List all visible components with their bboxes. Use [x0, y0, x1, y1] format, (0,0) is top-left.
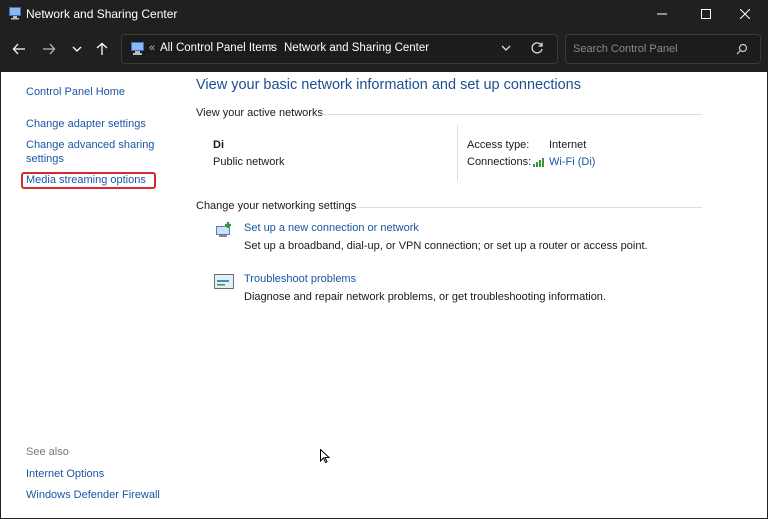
mouse-cursor-icon [320, 449, 330, 464]
control-panel-home-link[interactable]: Control Panel Home [26, 85, 125, 99]
refresh-icon [531, 42, 543, 54]
search-input[interactable]: Search Control Panel [573, 43, 678, 55]
close-icon [740, 9, 750, 19]
address-bar[interactable]: « All Control Panel Items › Network and … [121, 34, 558, 64]
vertical-divider [457, 125, 458, 181]
wifi-signal-icon [533, 158, 544, 167]
section-divider [320, 114, 702, 115]
wifi-connection-link[interactable]: Wi-Fi (Di) [549, 156, 595, 168]
network-name: Di [213, 139, 224, 151]
close-button[interactable] [722, 0, 768, 28]
new-connection-icon [216, 222, 231, 237]
setup-connection-link[interactable]: Set up a new connection or network [244, 222, 419, 234]
forward-button[interactable] [38, 38, 60, 60]
up-button[interactable] [91, 38, 113, 60]
setup-connection-description: Set up a broadband, dial-up, or VPN conn… [244, 240, 648, 252]
search-box[interactable]: Search Control Panel [565, 34, 761, 64]
see-also-label: See also [26, 446, 69, 458]
window-title: Network and Sharing Center [26, 7, 178, 21]
access-type-value: Internet [549, 139, 587, 151]
troubleshoot-icon [214, 274, 234, 289]
control-panel-icon [131, 42, 144, 55]
chevron-down-icon [501, 45, 511, 51]
access-type-label: Access type: [467, 139, 530, 151]
minimize-icon [657, 13, 667, 15]
refresh-button[interactable] [530, 41, 544, 58]
breadcrumb-network-and-sharing-center[interactable]: Network and Sharing Center [284, 42, 429, 54]
section-divider [356, 207, 702, 208]
page-title: View your basic network information and … [196, 77, 582, 93]
back-button[interactable] [8, 38, 30, 60]
recent-locations-button[interactable] [66, 38, 88, 60]
breadcrumb-overflow[interactable]: « [149, 42, 155, 54]
maximize-icon [701, 9, 711, 19]
change-advanced-sharing-settings-link[interactable]: Change advanced sharing settings [26, 138, 156, 166]
internet-options-link[interactable]: Internet Options [26, 467, 104, 481]
breadcrumb-separator[interactable]: › [270, 41, 274, 53]
windows-defender-firewall-link[interactable]: Windows Defender Firewall [26, 488, 160, 502]
change-adapter-settings-link[interactable]: Change adapter settings [26, 117, 146, 131]
troubleshoot-problems-link[interactable]: Troubleshoot problems [244, 273, 356, 285]
network-center-icon [9, 7, 21, 20]
arrow-up-icon [96, 42, 108, 55]
connections-label: Connections: [467, 156, 532, 168]
media-streaming-options-link[interactable]: Media streaming options [26, 173, 146, 187]
troubleshoot-description: Diagnose and repair network problems, or… [244, 291, 606, 303]
address-dropdown-button[interactable] [500, 42, 512, 57]
title-bar: Network and Sharing Center [0, 0, 768, 28]
main-panel: View your basic network information and … [196, 72, 756, 518]
search-icon[interactable] [736, 43, 748, 55]
arrow-right-icon [43, 43, 56, 55]
network-type: Public network [213, 156, 285, 168]
minimize-button[interactable] [639, 0, 685, 28]
chevron-down-icon [72, 46, 82, 52]
breadcrumb-all-control-panel-items[interactable]: All Control Panel Items [160, 42, 277, 54]
content-area: Control Panel Home Change adapter settin… [1, 72, 767, 518]
active-networks-label: View your active networks [196, 107, 323, 119]
arrow-left-icon [12, 43, 25, 55]
change-settings-label: Change your networking settings [196, 200, 357, 212]
sidebar: Control Panel Home Change adapter settin… [1, 72, 187, 518]
